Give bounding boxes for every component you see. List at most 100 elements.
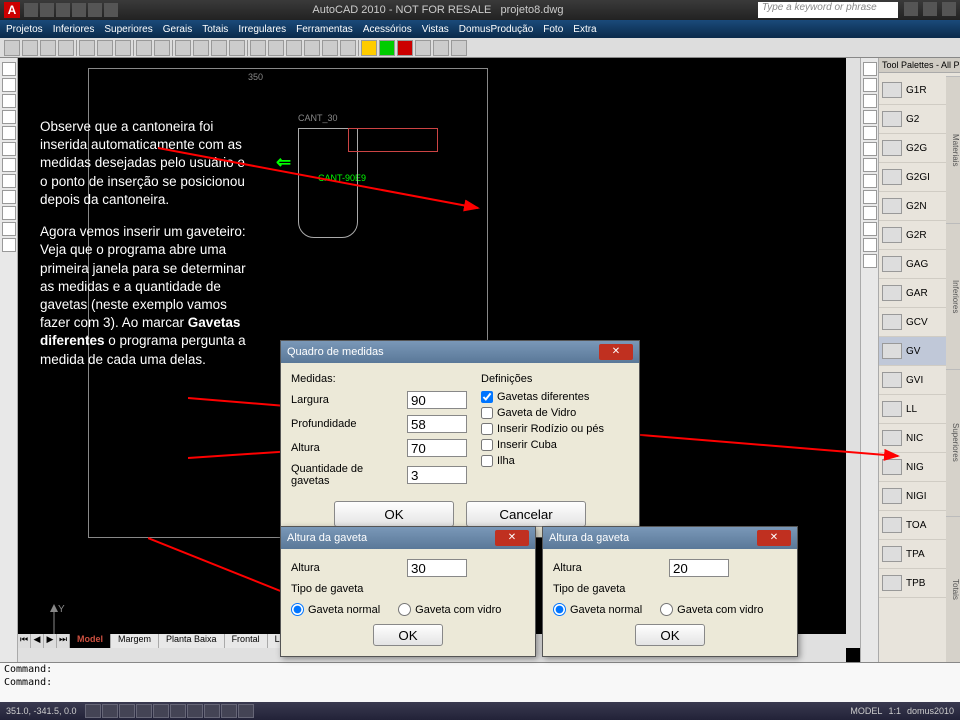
palette-item-tpb[interactable]: TPB [879, 569, 946, 598]
chk-ilha[interactable] [481, 455, 493, 467]
palette-item-toa[interactable]: TOA [879, 511, 946, 540]
chk-gaveta-vidro[interactable] [481, 407, 493, 419]
palette-item-tpa[interactable]: TPA [879, 540, 946, 569]
circle-icon[interactable] [2, 94, 16, 108]
qat-new-icon[interactable] [24, 3, 38, 17]
tab-nav-last-icon[interactable]: ⏭ [57, 634, 70, 648]
tb-help-icon[interactable] [451, 40, 467, 56]
tb-misc1-icon[interactable] [361, 40, 377, 56]
palette-item-gar[interactable]: GAR [879, 279, 946, 308]
otrack-toggle[interactable] [170, 704, 186, 718]
tb-paste-icon[interactable] [115, 40, 131, 56]
point-icon[interactable] [2, 222, 16, 236]
minimize-icon[interactable] [904, 2, 918, 16]
trim-icon[interactable] [863, 126, 877, 140]
tb-pan-icon[interactable] [175, 40, 191, 56]
radio-gaveta-normal[interactable] [291, 603, 304, 616]
palette-item-g2g[interactable]: G2G [879, 134, 946, 163]
tb-new-icon[interactable] [4, 40, 20, 56]
menu-foto[interactable]: Foto [543, 24, 563, 35]
altura-input[interactable] [407, 439, 467, 457]
tab-plantabaixa[interactable]: Planta Baixa [159, 634, 225, 648]
close-icon[interactable] [942, 2, 956, 16]
menu-gerais[interactable]: Gerais [163, 24, 192, 35]
dyn-toggle[interactable] [204, 704, 220, 718]
tb-zoomwin-icon[interactable] [211, 40, 227, 56]
tab-nav-first-icon[interactable]: ⏮ [18, 634, 31, 648]
ellipse-icon[interactable] [2, 238, 16, 252]
mirror-icon[interactable] [863, 110, 877, 124]
osnap-toggle[interactable] [153, 704, 169, 718]
block-icon[interactable] [2, 190, 16, 204]
qp-toggle[interactable] [238, 704, 254, 718]
radio-gaveta-normal[interactable] [553, 603, 566, 616]
altura-input[interactable] [669, 559, 729, 577]
tb-print-icon[interactable] [58, 40, 74, 56]
palette-tab-superiores[interactable]: Superiores [946, 369, 960, 516]
tb-qcalc-icon[interactable] [340, 40, 356, 56]
menu-totais[interactable]: Totais [202, 24, 228, 35]
menu-irregulares[interactable]: Irregulares [238, 24, 286, 35]
chk-rodizio[interactable] [481, 423, 493, 435]
tb-cut-icon[interactable] [79, 40, 95, 56]
table-icon[interactable] [2, 206, 16, 220]
app-logo[interactable]: A [4, 2, 20, 18]
largura-input[interactable] [407, 391, 467, 409]
ortho-toggle[interactable] [119, 704, 135, 718]
tb-props-icon[interactable] [250, 40, 266, 56]
palette-item-g1r[interactable]: G1R [879, 76, 946, 105]
tb-copy-icon[interactable] [97, 40, 113, 56]
qat-undo-icon[interactable] [88, 3, 102, 17]
menu-ferramentas[interactable]: Ferramentas [296, 24, 353, 35]
rect-icon[interactable] [2, 126, 16, 140]
explode-icon[interactable] [863, 238, 877, 252]
chk-cuba[interactable] [481, 439, 493, 451]
offset-icon[interactable] [863, 174, 877, 188]
palette-tab-inferiores[interactable]: Inferiores [946, 223, 960, 370]
radio-gaveta-vidro[interactable] [660, 603, 673, 616]
anno-scale[interactable]: 1:1 [888, 706, 901, 716]
tb-ssm-icon[interactable] [304, 40, 320, 56]
tb-zoomprev-icon[interactable] [229, 40, 245, 56]
tb-open-icon[interactable] [22, 40, 38, 56]
menu-vistas[interactable]: Vistas [422, 24, 449, 35]
extend-icon[interactable] [863, 142, 877, 156]
tb-tpal-icon[interactable] [286, 40, 302, 56]
cancel-button[interactable]: Cancelar [466, 501, 586, 527]
tb-undo-icon[interactable] [136, 40, 152, 56]
menu-acessorios[interactable]: Acessórios [363, 24, 412, 35]
command-window[interactable]: Command: Command: [0, 662, 960, 702]
tab-model[interactable]: Model [70, 634, 111, 648]
tb-misc4-icon[interactable] [415, 40, 431, 56]
menu-superiores[interactable]: Superiores [104, 24, 152, 35]
palette-item-gv[interactable]: GV [879, 337, 946, 366]
polar-toggle[interactable] [136, 704, 152, 718]
ducs-toggle[interactable] [187, 704, 203, 718]
ok-button[interactable]: OK [334, 501, 454, 527]
hatch-icon[interactable] [2, 142, 16, 156]
tb-redo-icon[interactable] [154, 40, 170, 56]
palette-item-g2r[interactable]: G2R [879, 221, 946, 250]
command-prompt[interactable]: Command: [4, 677, 956, 690]
palette-item-nig[interactable]: NIG [879, 453, 946, 482]
tb-save-icon[interactable] [40, 40, 56, 56]
altura-input[interactable] [407, 559, 467, 577]
tab-margem[interactable]: Margem [111, 634, 159, 648]
qtd-gavetas-input[interactable] [407, 466, 467, 484]
palette-item-g2gi[interactable]: G2GI [879, 163, 946, 192]
dialog-close-icon[interactable]: ✕ [599, 344, 633, 360]
maximize-icon[interactable] [923, 2, 937, 16]
palette-tab-materiais[interactable]: Materiais [946, 76, 960, 223]
array-icon[interactable] [863, 190, 877, 204]
model-space-label[interactable]: MODEL [850, 706, 882, 716]
tb-misc5-icon[interactable] [433, 40, 449, 56]
palette-item-g2n[interactable]: G2N [879, 192, 946, 221]
qat-open-icon[interactable] [40, 3, 54, 17]
snap-toggle[interactable] [85, 704, 101, 718]
move-icon[interactable] [863, 62, 877, 76]
tb-misc2-icon[interactable] [379, 40, 395, 56]
palette-item-ll[interactable]: LL [879, 395, 946, 424]
dim-icon[interactable] [2, 174, 16, 188]
ok-button[interactable]: OK [373, 624, 443, 646]
tab-nav-prev-icon[interactable]: ◀ [31, 634, 44, 648]
